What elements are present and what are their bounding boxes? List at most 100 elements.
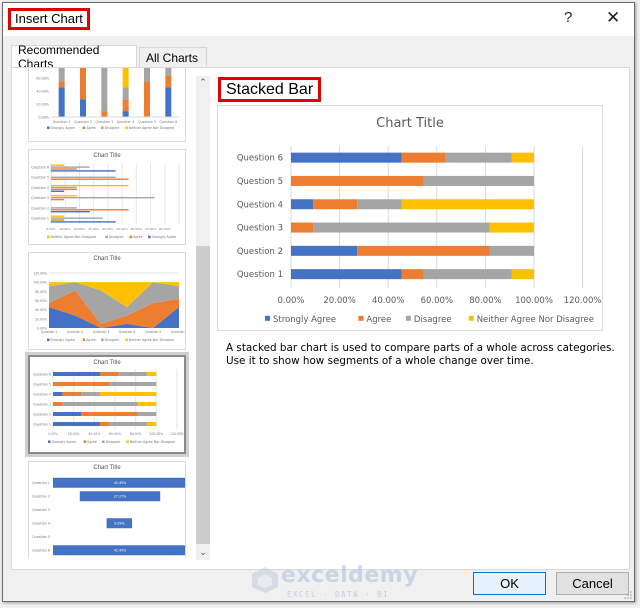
thumb-bar-segment — [62, 402, 138, 406]
thumb-axis-label: Question 6 — [31, 166, 49, 170]
thumb-bar — [51, 219, 64, 221]
thumb-bar — [51, 207, 77, 209]
thumb-axis-label: 30.00% — [88, 227, 100, 231]
exceldemy-logo-icon — [252, 567, 278, 593]
thumb-bar-segment — [81, 412, 138, 416]
x-tick-label: 100.00% — [515, 296, 553, 306]
scrollbar-thumb[interactable] — [196, 246, 210, 544]
thumbnail-stacked-area[interactable]: Chart Title 0.00% 20.00% 40.00% 60.00% 80.00… — [28, 252, 187, 350]
thumb-column-segment — [122, 111, 129, 117]
y-category-label: Question 2 — [237, 247, 283, 257]
thumb-axis-label: Question 2 — [33, 412, 51, 416]
bar-segment-agree — [291, 222, 314, 233]
thumb-bar — [51, 211, 90, 213]
thumb-bar-segment — [137, 412, 157, 416]
thumb-legend-swatch — [48, 440, 51, 443]
thumb-bar-segment — [53, 422, 100, 426]
thumb-axis-label: Question 1 — [32, 481, 50, 485]
thumb-bar — [51, 168, 77, 170]
thumb-axis-label: 60.00% — [131, 227, 143, 231]
thumb-legend-swatch — [129, 235, 133, 239]
thumb-axis-label: 20.00% — [74, 227, 86, 231]
thumb-bar-segment — [99, 392, 157, 396]
thumbnail-stacked-bar[interactable]: Chart Title 0.00% 20.00% 40.00% 60.00% 80.00… — [25, 352, 189, 457]
thumb-column-segment — [101, 68, 108, 112]
scroll-down-icon[interactable]: ⌄ — [196, 546, 210, 560]
thumb-column-segment — [122, 87, 129, 100]
bar-segment-strongly-agree — [291, 245, 358, 256]
thumb-axis-label: 100.00% — [149, 432, 163, 436]
thumb-bar-segment — [118, 372, 147, 376]
help-button[interactable]: ? — [564, 9, 572, 26]
thumb-bar-segment — [53, 412, 82, 416]
thumb-bar-segment — [146, 422, 157, 426]
x-tick-label: 120.00% — [564, 296, 602, 306]
thumb-bar-segment — [53, 382, 110, 386]
thumb-bar-segment — [53, 392, 63, 396]
thumb-legend-label: Neither Agree Nor Disagree — [130, 440, 175, 444]
bar-segment-neither-agree-nor-disagree — [489, 222, 534, 233]
y-category-label: Question 5 — [237, 177, 283, 187]
stacked-area-preview: 0.00%20.00%40.00%60.00%80.00%100.00%120.… — [33, 272, 187, 343]
thumb-legend-swatch — [82, 126, 86, 129]
thumb-axis-label: Question 6 — [159, 120, 177, 124]
bar-segment-disagree — [445, 152, 512, 163]
thumbnail-scrollbar[interactable]: ⌃ ⌄ — [196, 76, 210, 560]
thumb-column-segment — [165, 68, 172, 76]
thumb-bar — [51, 195, 77, 197]
tab-recommended-charts[interactable]: Recommended Charts — [11, 43, 137, 71]
thumb-axis-label: 0.00% — [39, 116, 49, 120]
y-category-label: Question 1 — [237, 270, 283, 280]
bar-segment-agree — [291, 175, 424, 186]
thumb-axis-label: 40.00% — [102, 227, 114, 231]
thumb-axis-label: Question 4 — [119, 330, 136, 334]
tab-content-panel: Question 1 Question 2 Question 3 Question 4… — [11, 67, 630, 570]
thumb-axis-label: Question 2 — [31, 206, 49, 210]
thumb-axis-label: 0.00% — [48, 432, 58, 436]
thumb-axis-label: 20.00% — [36, 103, 49, 107]
cancel-button[interactable]: Cancel — [556, 572, 629, 595]
y-category-label: Question 6 — [237, 154, 283, 164]
clustered-bar-preview: Question 1 Question 2 Question 3 Question 4… — [31, 163, 180, 239]
resize-grip-icon[interactable] — [624, 591, 632, 599]
thumbnail-bar-labels[interactable]: Chart Title Question 1 45.45% Question 2 27… — [28, 461, 187, 558]
thumb-legend-label: Agree — [133, 235, 143, 239]
thumb-legend-label: Agree — [86, 338, 96, 342]
legend-swatch — [358, 315, 364, 321]
thumb-column-segment — [144, 68, 150, 82]
thumbnail-stacked-column[interactable]: Question 1 Question 2 Question 3 Question 4… — [28, 68, 186, 142]
tab-all-charts[interactable]: All Charts — [139, 47, 207, 67]
thumb-legend-swatch — [125, 338, 128, 341]
x-tick-label: 60.00% — [421, 296, 453, 306]
thumb-legend-swatch — [47, 338, 50, 341]
thumb-axis-label: 40.00% — [88, 432, 100, 436]
close-icon[interactable]: ✕ — [606, 8, 620, 28]
bar-segment-agree — [401, 269, 424, 280]
thumb-legend-label: Strongly Agree — [51, 126, 75, 130]
legend-label: Disagree — [414, 315, 452, 325]
chart-title: Chart Title — [376, 116, 444, 131]
x-tick-label: 40.00% — [372, 296, 404, 306]
thumb-bar-segment — [99, 422, 110, 426]
thumb-column-segment — [101, 111, 108, 117]
thumb-legend-swatch — [47, 235, 50, 239]
chart-preview: Chart Title 0.00% 20.00% 40.00% 60.00% 80.00%… — [217, 105, 603, 331]
thumb-bar-segment — [53, 372, 100, 376]
bar-segment-agree — [357, 245, 490, 256]
bar-segment-neither-agree-nor-disagree — [511, 269, 534, 280]
bar-segment-disagree — [357, 199, 402, 210]
scroll-up-icon[interactable]: ⌃ — [196, 76, 210, 90]
bar-segment-strongly-agree — [291, 152, 402, 163]
thumb-column-segment — [165, 87, 172, 117]
thumb-axis-label: Question 2 — [67, 330, 84, 334]
title-bar: Insert Chart ? ✕ — [3, 3, 634, 36]
thumb-bar-segment — [109, 382, 157, 386]
legend-label: Strongly Agree — [273, 315, 336, 325]
thumbnail-clustered-bar[interactable]: Chart Title Question 1 Question 2 Question… — [28, 149, 186, 245]
bar-segment-disagree — [313, 222, 490, 233]
thumb-legend-label: Neither Agree Nor Disagree — [129, 126, 174, 130]
bar-segment-disagree — [423, 175, 534, 186]
ok-button[interactable]: OK — [473, 572, 546, 595]
thumb-bar — [51, 217, 103, 219]
thumb-legend-swatch — [101, 126, 104, 129]
